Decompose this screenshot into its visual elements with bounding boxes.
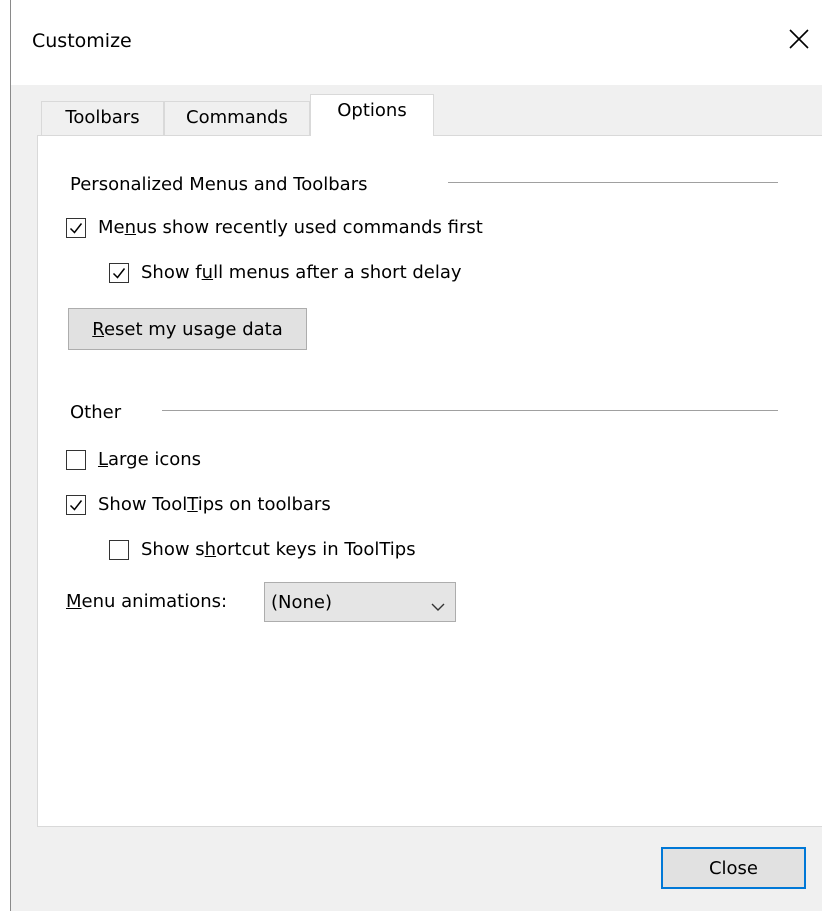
close-button-label: Close [708,857,759,879]
group-label-other: Other [70,402,122,423]
large-icons-checkbox-row[interactable]: Large icons [66,449,201,470]
menus-recent-checkbox[interactable] [66,217,86,238]
title-bar: Customize [11,0,822,85]
tab-label: Options [337,100,407,121]
tab-options[interactable]: Options [310,94,434,136]
chevron-down-icon [431,596,445,617]
checkmark-icon [112,267,126,279]
shortcut-keys-checkbox[interactable] [109,539,129,560]
tab-commands[interactable]: Commands [164,101,310,135]
group-divider [162,410,778,411]
group-divider [448,182,778,183]
tab-label: Commands [186,107,288,128]
checkmark-icon [69,222,83,234]
customize-dialog: Customize Toolbars Commands Options Pers… [10,0,822,911]
menu-animations-select[interactable]: (None) [264,582,456,622]
close-icon[interactable] [787,27,811,51]
tab-toolbars[interactable]: Toolbars [41,101,164,135]
full-menus-checkbox[interactable] [109,262,129,283]
dialog-title: Customize [32,30,132,52]
show-tooltips-checkbox[interactable] [66,494,86,515]
menus-recent-label: Menus show recently used commands first [98,217,483,238]
checkmark-icon [69,499,83,511]
options-panel: Personalized Menus and Toolbars Menus sh… [37,135,822,827]
menu-animations-label: Menu animations: [66,591,228,612]
menu-animations-value: (None) [271,591,333,613]
show-tooltips-label: Show ToolTips on toolbars [98,494,331,515]
large-icons-label: Large icons [98,449,202,470]
group-label-personalized: Personalized Menus and Toolbars [70,174,368,195]
show-tooltips-checkbox-row[interactable]: Show ToolTips on toolbars [66,494,331,515]
reset-usage-data-label: Reset my usage data [92,318,283,340]
large-icons-checkbox[interactable] [66,449,86,470]
close-button[interactable]: Close [661,847,806,889]
tab-label: Toolbars [65,107,140,128]
full-menus-checkbox-row[interactable]: Show full menus after a short delay [109,262,462,283]
menus-recent-checkbox-row[interactable]: Menus show recently used commands first [66,217,483,238]
shortcut-keys-checkbox-row[interactable]: Show shortcut keys in ToolTips [109,539,416,560]
reset-usage-data-button[interactable]: Reset my usage data [68,308,307,350]
shortcut-keys-label: Show shortcut keys in ToolTips [141,539,416,560]
full-menus-label: Show full menus after a short delay [141,262,462,283]
